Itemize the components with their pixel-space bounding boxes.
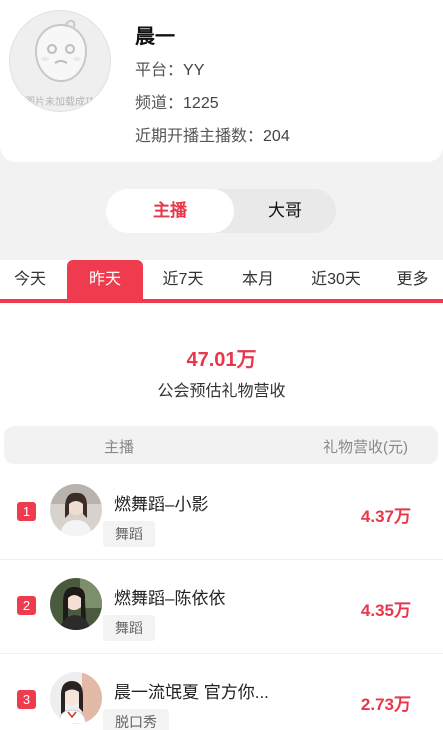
platform-value: YY [183,62,205,79]
tab-yesterday[interactable]: 昨天 [67,260,143,300]
platform-label: 平台： [135,62,184,79]
column-header-streamer: 主播 [104,439,135,456]
channel-label: 频道： [135,95,184,112]
avatar[interactable] [50,484,102,536]
recent-streamers-info: 近期开播主播数：204 [135,122,290,146]
table-row[interactable]: 1 燃舞蹈–小影 舞蹈 4.37万 [0,466,443,560]
table-row[interactable]: 2 燃舞蹈–陈依依 舞蹈 4.35万 [0,560,443,654]
revenue-value: 4.35万 [360,601,411,620]
revenue-value: 2.73万 [360,695,411,714]
platform-info: 平台：YY [135,56,204,80]
broken-image-placeholder-icon [34,19,88,83]
avatar[interactable] [50,578,102,630]
total-revenue-value: 47.01万 [186,349,257,371]
segment-big-brother[interactable]: 大哥 [234,189,336,233]
tab-last-7-days[interactable]: 近7天 [150,260,216,300]
tab-today[interactable]: 今天 [0,260,60,300]
table-header: 主播 礼物营收(元) [4,426,438,464]
time-range-tabs: 今天 昨天 近7天 本月 近30天 更多 [0,260,443,302]
tab-last-30-days[interactable]: 近30天 [300,260,372,300]
streamer-name: 燃舞蹈–陈依依 [114,589,226,608]
column-header-revenue: 礼物营收(元) [323,439,408,456]
guild-profile-card: 图片未加载成功 晨一 平台：YY 频道：1225 近期开播主播数：204 [0,0,443,162]
category-tag: 舞蹈 [103,521,155,547]
rank-badge: 2 [17,596,36,615]
rank-badge: 3 [17,690,36,709]
streamer-name: 晨一流氓夏 官方你... [114,683,269,702]
streamer-name: 燃舞蹈–小影 [114,495,209,514]
category-tag: 舞蹈 [103,615,155,641]
revenue-value: 4.37万 [360,507,411,526]
recent-streamers-value: 204 [263,128,290,145]
avatar[interactable] [50,672,102,724]
recent-streamers-label: 近期开播主播数： [135,128,264,145]
rank-badge: 1 [17,502,36,521]
table-row[interactable]: 3 晨一流氓夏 官方你... 脱口秀 2.73万 [0,654,443,730]
tab-this-month[interactable]: 本月 [226,260,290,300]
category-tag: 脱口秀 [103,709,169,730]
avatar-load-failed-text: 图片未加载成功 [25,97,95,108]
ranking-panel: 47.01万 公会预估礼物营收 主播 礼物营收(元) 1 燃舞蹈–小影 舞蹈 4… [0,303,443,730]
total-revenue-label: 公会预估礼物营收 [157,383,286,400]
guild-avatar[interactable]: 图片未加载成功 [9,10,111,112]
segment-streamer[interactable]: 主播 [106,189,234,233]
channel-value: 1225 [183,95,219,112]
role-segmented-control: 主播 大哥 [106,189,336,233]
tab-more[interactable]: 更多 [382,260,443,300]
guild-name: 晨一 [135,26,175,48]
channel-info: 频道：1225 [135,89,219,113]
